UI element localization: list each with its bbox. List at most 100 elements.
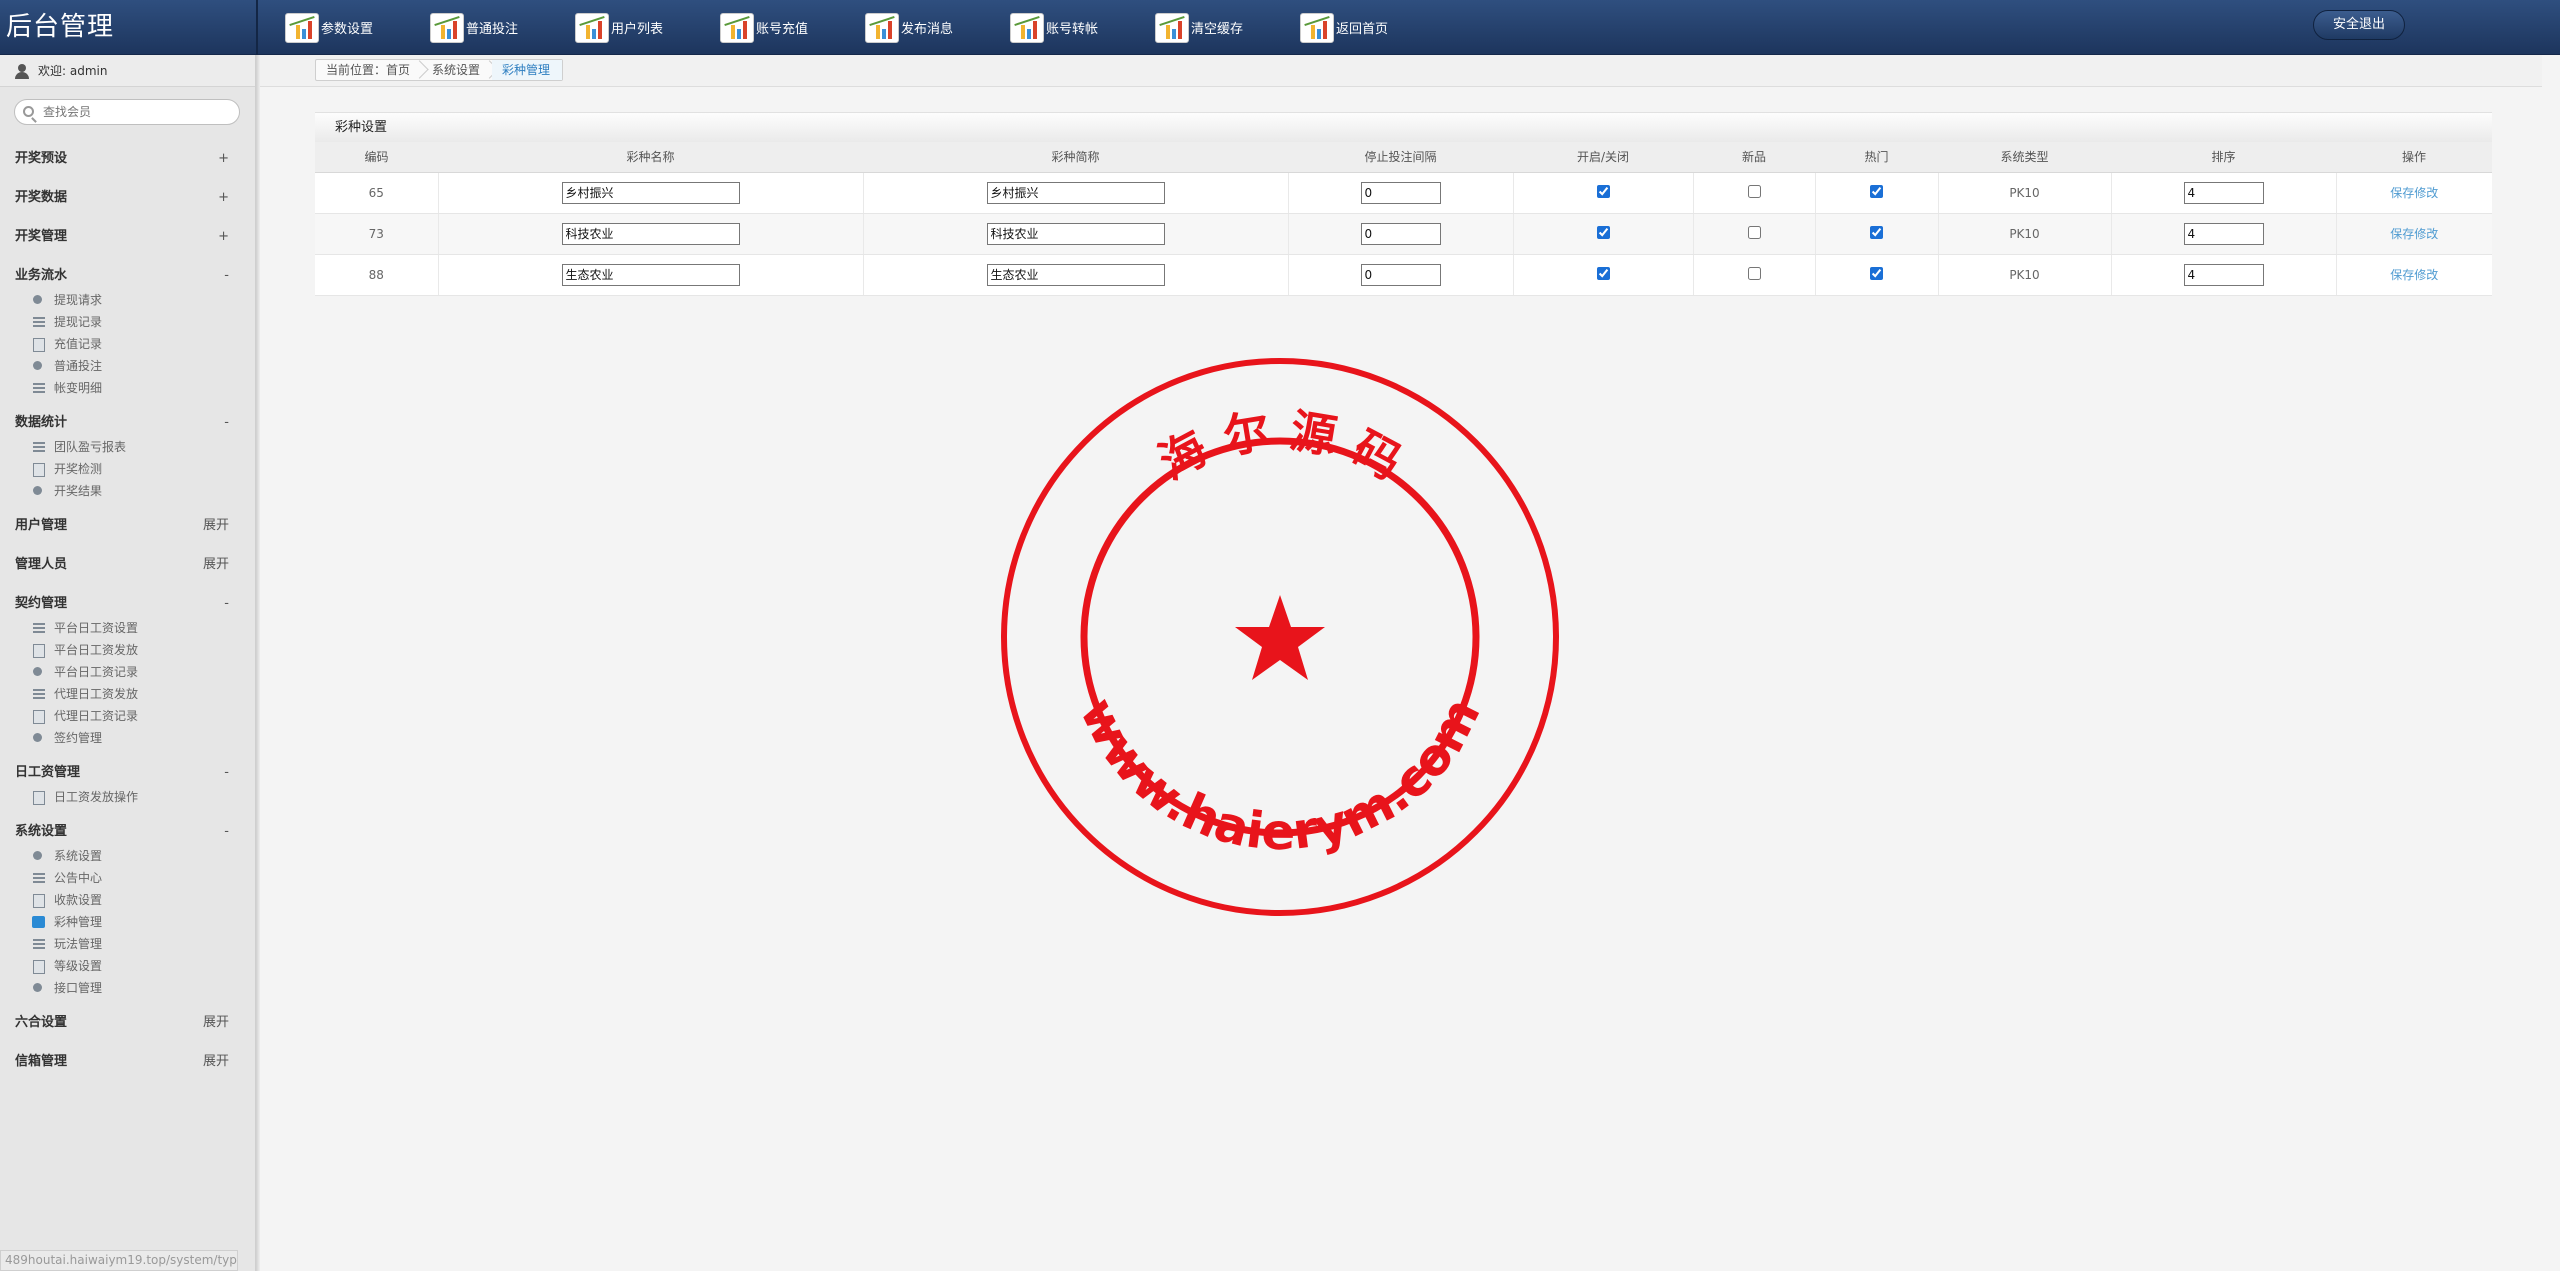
enabled-checkbox[interactable]	[1596, 225, 1610, 239]
sidebar-item-label: 系统设置	[54, 849, 103, 863]
sidebar-item[interactable]: 公告中心	[0, 867, 255, 889]
sidebar-item[interactable]: 收款设置	[0, 889, 255, 911]
topnav-item-7[interactable]: 返回首页	[1300, 0, 1445, 55]
sidebar-item[interactable]: 开奖结果	[0, 480, 255, 502]
sidebar-item[interactable]: 接口管理	[0, 977, 255, 999]
name-input[interactable]	[561, 222, 740, 245]
topnav-item-6[interactable]: 清空缓存	[1155, 0, 1300, 55]
hot-checkbox[interactable]	[1870, 225, 1883, 239]
topnav-item-4[interactable]: 发布消息	[865, 0, 1010, 55]
menu-item-icon	[32, 294, 46, 306]
sidebar-item[interactable]: 等级设置	[0, 955, 255, 977]
sort-cell	[2111, 254, 2337, 296]
brand-divider	[256, 0, 258, 55]
sidebar-item[interactable]: 平台日工资记录	[0, 661, 255, 683]
name-input[interactable]	[561, 181, 740, 204]
menu-group: 开奖预设 +	[0, 139, 255, 178]
save-link[interactable]: 保存修改	[2390, 186, 2438, 200]
menu-group-header[interactable]: 开奖管理 +	[0, 217, 255, 256]
sidebar-item[interactable]: 帐变明细	[0, 377, 255, 399]
sidebar-item[interactable]: 代理日工资记录	[0, 705, 255, 727]
menu-toggle[interactable]: +	[218, 139, 229, 178]
name-input[interactable]	[561, 263, 740, 286]
sort-input[interactable]	[2183, 222, 2264, 245]
sidebar-item[interactable]: 普通投注	[0, 355, 255, 377]
topnav-item-1[interactable]: 普通投注	[430, 0, 575, 55]
sidebar-item-label: 等级设置	[54, 959, 103, 973]
sidebar-item[interactable]: 玩法管理	[0, 933, 255, 955]
sort-input[interactable]	[2183, 181, 2264, 204]
short-name-input[interactable]	[986, 263, 1165, 286]
new-checkbox[interactable]	[1747, 225, 1761, 239]
menu-group-header[interactable]: 开奖预设 +	[0, 139, 255, 178]
sidebar-item[interactable]: 平台日工资发放	[0, 639, 255, 661]
stamp-star-icon	[1235, 595, 1325, 680]
menu-item-icon	[32, 960, 46, 974]
interval-input[interactable]	[1360, 181, 1441, 204]
topnav-label: 发布消息	[901, 22, 954, 37]
sidebar-item-label: 帐变明细	[54, 381, 103, 395]
menu-group: 系统设置 - 系统设置 公告中心 收款设置 彩种管理 玩法管理 等级设置 接口管理	[0, 812, 255, 1003]
sidebar-item[interactable]: 开奖检测	[0, 458, 255, 480]
hot-checkbox[interactable]	[1870, 266, 1883, 280]
sidebar-item[interactable]: 代理日工资发放	[0, 683, 255, 705]
menu-item-icon	[32, 791, 46, 805]
menu-item-icon	[32, 894, 46, 908]
menu-toggle[interactable]: +	[218, 217, 229, 256]
menu-group-header[interactable]: 信箱管理 展开	[0, 1042, 255, 1081]
sidebar-item-label: 平台日工资发放	[54, 643, 139, 657]
name-cell	[438, 172, 864, 214]
menu-group-header[interactable]: 六合设置 展开	[0, 1003, 255, 1042]
menu-toggle[interactable]: -	[224, 812, 229, 851]
topnav-item-3[interactable]: 账号充值	[720, 0, 865, 55]
save-link[interactable]: 保存修改	[2390, 227, 2438, 241]
menu-toggle[interactable]: -	[224, 753, 229, 792]
sidebar-item[interactable]: 充值记录	[0, 333, 255, 355]
sidebar-item[interactable]: 签约管理	[0, 727, 255, 749]
menu-group-header[interactable]: 开奖数据 +	[0, 178, 255, 217]
menu-toggle[interactable]: 展开	[203, 545, 229, 584]
chart-icon	[575, 12, 609, 43]
menu-group-header[interactable]: 管理人员 展开	[0, 545, 255, 584]
interval-input[interactable]	[1360, 222, 1441, 245]
menu-item-icon	[32, 338, 46, 352]
menu-group-header[interactable]: 用户管理 展开	[0, 506, 255, 545]
sidebar-item-label: 提现请求	[54, 293, 103, 307]
menu-toggle[interactable]: -	[224, 403, 229, 442]
action-cell: 保存修改	[2336, 213, 2492, 255]
hot-cell	[1815, 254, 1939, 296]
sidebar-item[interactable]: 彩种管理	[0, 911, 255, 933]
topnav-item-5[interactable]: 账号转帐	[1010, 0, 1155, 55]
new-checkbox[interactable]	[1747, 184, 1761, 198]
sidebar-menu: 开奖预设 + 开奖数据 + 开奖管理 + 业务流水 - 提现请求 提现记录 充值记录 普通投注 帐变明细…	[0, 139, 255, 1081]
menu-toggle[interactable]: +	[218, 178, 229, 217]
breadcrumb-item[interactable]: 当前位置：首页	[316, 60, 422, 80]
menu-toggle[interactable]: 展开	[203, 1042, 229, 1081]
short-name-input[interactable]	[986, 222, 1165, 245]
sort-input[interactable]	[2183, 263, 2264, 286]
sidebar-item[interactable]: 提现记录	[0, 311, 255, 333]
breadcrumb-item[interactable]: 系统设置	[422, 60, 492, 80]
column-header: 排序	[2111, 142, 2336, 173]
logout-button[interactable]: 安全退出	[2313, 10, 2405, 40]
short-name-input[interactable]	[986, 181, 1165, 204]
enabled-checkbox[interactable]	[1596, 184, 1610, 198]
enabled-checkbox[interactable]	[1596, 266, 1610, 280]
hot-cell	[1815, 172, 1939, 214]
topnav-item-0[interactable]: 参数设置	[285, 0, 430, 55]
hot-checkbox[interactable]	[1870, 184, 1883, 198]
save-link[interactable]: 保存修改	[2390, 268, 2438, 282]
interval-input[interactable]	[1360, 263, 1441, 286]
search-input[interactable]	[43, 103, 233, 121]
sidebar-item-label: 日工资发放操作	[54, 790, 139, 804]
search-icon	[23, 106, 34, 117]
column-header: 编码	[315, 142, 438, 173]
sidebar-item-label: 代理日工资发放	[54, 687, 139, 701]
topnav-item-2[interactable]: 用户列表	[575, 0, 720, 55]
menu-toggle[interactable]: 展开	[203, 506, 229, 545]
new-checkbox[interactable]	[1747, 266, 1761, 280]
menu-toggle[interactable]: -	[224, 584, 229, 623]
menu-toggle[interactable]: -	[224, 256, 229, 295]
menu-group-title: 六合设置	[15, 1015, 68, 1030]
menu-toggle[interactable]: 展开	[203, 1003, 229, 1042]
